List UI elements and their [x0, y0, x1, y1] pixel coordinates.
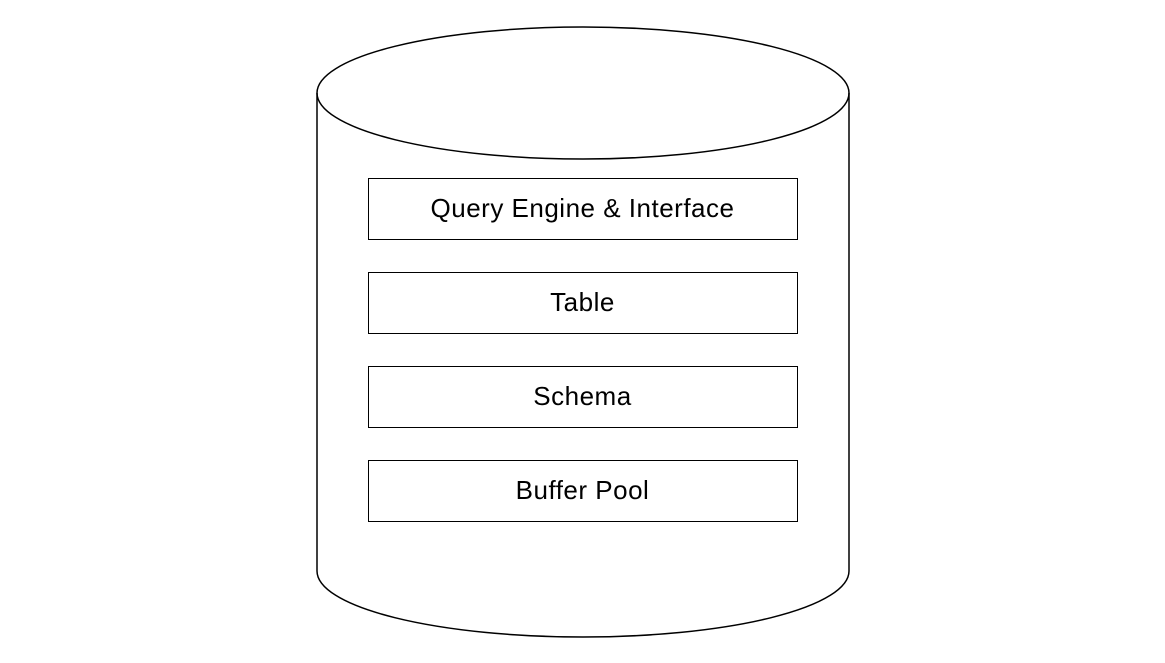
- layer-label: Query Engine & Interface: [431, 193, 735, 224]
- layer-label: Table: [550, 287, 615, 318]
- layer-query-engine: Query Engine & Interface: [368, 178, 798, 240]
- layer-label: Schema: [533, 381, 631, 412]
- layer-label: Buffer Pool: [516, 475, 650, 506]
- layer-stack: Query Engine & Interface Table Schema Bu…: [368, 178, 798, 522]
- layer-schema: Schema: [368, 366, 798, 428]
- database-cylinder-diagram: Query Engine & Interface Table Schema Bu…: [313, 23, 853, 641]
- layer-buffer-pool: Buffer Pool: [368, 460, 798, 522]
- layer-table: Table: [368, 272, 798, 334]
